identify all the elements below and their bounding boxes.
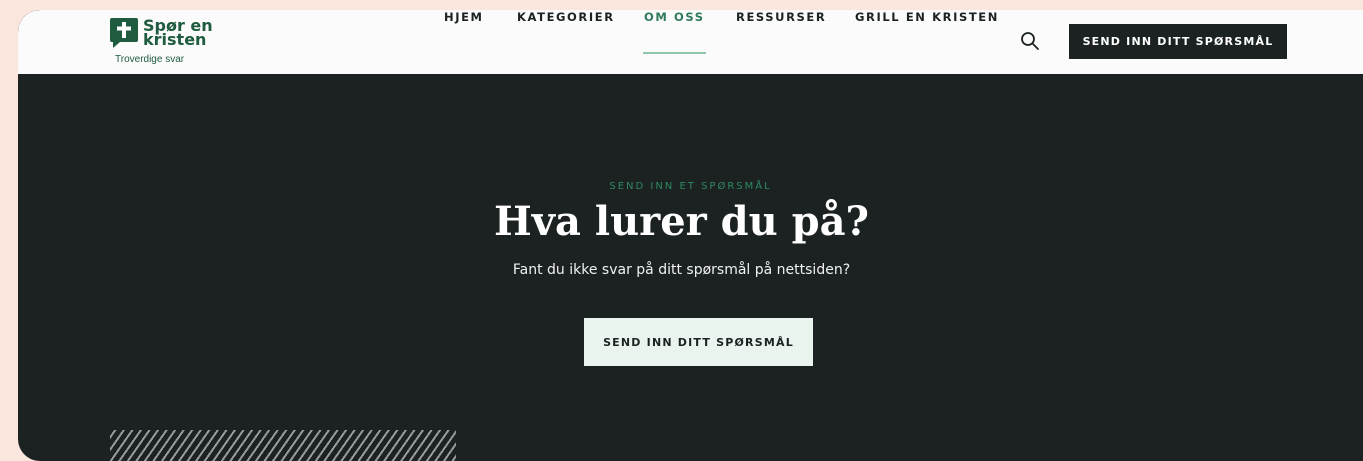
logo-tagline: Troverdige svar (115, 54, 185, 65)
nav-link-ressurser[interactable]: RESSURSER (736, 10, 826, 24)
logo-text-line2: kristen (143, 30, 207, 49)
active-nav-indicator (643, 52, 706, 54)
site-logo[interactable]: Spør en kristen Troverdige svar (110, 18, 230, 66)
hero-subtitle: Fant du ikke svar på ditt spørsmål på ne… (512, 262, 851, 278)
submit-question-hero-button[interactable]: SEND INN DITT SPØRSMÅL (584, 318, 813, 366)
nav-link-grill-en-kristen[interactable]: GRILL EN KRISTEN (855, 10, 999, 24)
header-navbar: Spør en kristen Troverdige svar HJEM KAT… (18, 10, 1363, 74)
nav-link-hjem[interactable]: HJEM (444, 10, 484, 24)
decorative-stripes (110, 430, 456, 461)
nav-link-om-oss[interactable]: OM OSS (644, 10, 705, 24)
cross-speech-bubble-icon (110, 18, 138, 48)
search-icon[interactable] (1020, 31, 1040, 51)
page-frame: Spør en kristen Troverdige svar HJEM KAT… (18, 10, 1363, 461)
submit-question-header-button[interactable]: SEND INN DITT SPØRSMÅL (1069, 24, 1287, 59)
hero-title: Hva lurer du på? (494, 198, 869, 245)
nav-link-kategorier[interactable]: KATEGORIER (517, 10, 615, 24)
hero-eyebrow: SEND INN ET SPØRSMÅL (609, 181, 772, 192)
